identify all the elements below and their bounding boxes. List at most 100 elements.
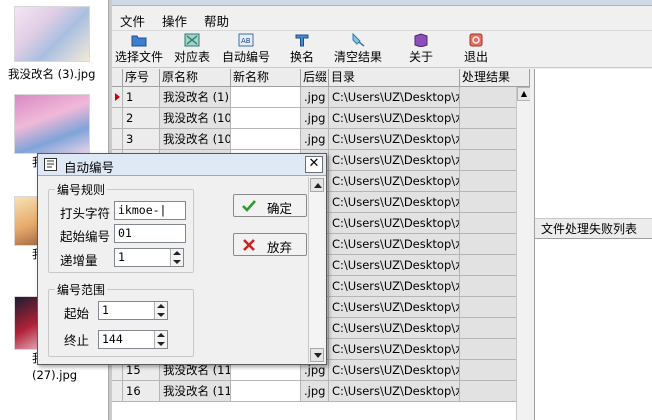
- scroll-up-arrow-icon[interactable]: [310, 178, 324, 192]
- column-header-original-name[interactable]: 原名称: [160, 69, 231, 87]
- step-spinner[interactable]: 1: [114, 248, 184, 267]
- ok-button[interactable]: 确定: [233, 194, 307, 217]
- failure-panel: 文件处理失败列表: [534, 69, 652, 420]
- cell-directory: C:\Users\UZ\Desktop\水F: [329, 339, 460, 360]
- spin-down-icon[interactable]: [157, 313, 165, 317]
- cell-result: [460, 129, 519, 150]
- cell-directory: C:\Users\UZ\Desktop\水F: [329, 360, 460, 381]
- spin-up-icon[interactable]: [157, 304, 165, 308]
- spinner-buttons[interactable]: [154, 302, 167, 319]
- spinner-buttons[interactable]: [170, 249, 183, 266]
- cell-new-name[interactable]: [231, 87, 301, 108]
- dialog-close-button[interactable]: ✕: [305, 156, 323, 173]
- auto-number-button[interactable]: AB 自动编号: [220, 33, 272, 67]
- cell-result: [460, 255, 519, 276]
- menu-action[interactable]: 操作: [162, 11, 187, 30]
- exit-icon: [469, 33, 483, 47]
- cell-directory: C:\Users\UZ\Desktop\水F: [329, 297, 460, 318]
- cell-directory: C:\Users\UZ\Desktop\水F: [329, 171, 460, 192]
- scroll-up-arrow-icon[interactable]: ▲: [517, 87, 530, 101]
- cell-result: [460, 276, 519, 297]
- table-row[interactable]: 16 我没改名 (11 .jpg C:\Users\UZ\Desktop\水F: [112, 381, 530, 402]
- cell-number: 1: [123, 87, 160, 108]
- dialog-titlebar[interactable]: 自动编号 ✕: [38, 154, 326, 176]
- cell-result: [460, 108, 519, 129]
- cell-extension: .jpg: [301, 87, 329, 108]
- cell-original-name: 我没改名 (10: [160, 129, 231, 150]
- scroll-down-arrow-icon[interactable]: [310, 348, 324, 362]
- table-row[interactable]: 1 我没改名 (1) .jpg C:\Users\UZ\Desktop\水F: [112, 87, 530, 108]
- cell-new-name[interactable]: [231, 381, 301, 402]
- grid-corner: [112, 69, 123, 87]
- cell-new-name[interactable]: [231, 129, 301, 150]
- cancel-button[interactable]: 放弃: [233, 233, 307, 256]
- table-icon: [184, 33, 200, 47]
- column-header-number[interactable]: 序号: [123, 69, 160, 87]
- clear-results-button[interactable]: 清空结果: [332, 33, 384, 67]
- spinner-buttons[interactable]: [154, 331, 167, 348]
- spin-down-icon[interactable]: [157, 342, 165, 346]
- spin-down-icon[interactable]: [173, 260, 181, 264]
- toolbar: 选择文件 对应表 AB 自动编号 换名 清空结果 关于 退出: [112, 30, 652, 68]
- cell-result: [460, 171, 519, 192]
- column-header-directory[interactable]: 目录: [329, 69, 460, 87]
- window-app-icon: [44, 158, 57, 171]
- svg-text:AB: AB: [241, 37, 251, 45]
- menu-help[interactable]: 帮助: [204, 11, 229, 30]
- row-indicator: [112, 129, 123, 150]
- table-row[interactable]: 2 我没改名 (10 .jpg C:\Users\UZ\Desktop\水F: [112, 108, 530, 129]
- column-header-new-name[interactable]: 新名称: [231, 69, 301, 87]
- cell-number: 2: [123, 108, 160, 129]
- exit-button[interactable]: 退出: [462, 33, 490, 67]
- row-indicator: [112, 381, 123, 402]
- spin-up-icon[interactable]: [173, 251, 181, 255]
- folder-icon: [131, 35, 147, 47]
- column-header-extension[interactable]: 后缀: [301, 69, 329, 87]
- cell-new-name[interactable]: [231, 108, 301, 129]
- failure-list-header: 文件处理失败列表: [535, 219, 652, 239]
- cell-directory: C:\Users\UZ\Desktop\水F: [329, 108, 460, 129]
- range-end-spinner[interactable]: 144: [98, 330, 168, 349]
- auto-number-dialog: 自动编号 ✕ 编号规则 打头字符 ikmoe-| 起始编号 01 递增量 1 编…: [37, 153, 327, 365]
- about-button[interactable]: 关于: [407, 33, 435, 67]
- current-row-arrow-icon: [115, 93, 120, 101]
- prefix-label: 打头字符: [60, 206, 111, 221]
- cell-directory: C:\Users\UZ\Desktop\水F: [329, 87, 460, 108]
- cell-directory: C:\Users\UZ\Desktop\水F: [329, 234, 460, 255]
- cell-number: 3: [123, 129, 160, 150]
- thumbnail-label: 我没改名 (3).jpg: [8, 67, 96, 81]
- dialog-vertical-scrollbar[interactable]: [308, 177, 324, 363]
- mapping-table-button[interactable]: 对应表: [172, 33, 212, 67]
- column-header-result[interactable]: 处理结果: [460, 69, 530, 87]
- thumbnail-image: [14, 6, 90, 62]
- right-panel-top: [535, 69, 652, 219]
- dialog-title: 自动编号: [64, 160, 115, 175]
- table-row[interactable]: 3 我没改名 (10 .jpg C:\Users\UZ\Desktop\水F: [112, 129, 530, 150]
- cell-result: [460, 192, 519, 213]
- thumbnail-item[interactable]: 我没改名 (3).jpg: [8, 6, 100, 82]
- start-number-input[interactable]: 01: [114, 224, 186, 243]
- grid-vertical-scrollbar[interactable]: ▲: [516, 87, 530, 420]
- menu-file[interactable]: 文件: [120, 11, 145, 30]
- cell-directory: C:\Users\UZ\Desktop\水F: [329, 213, 460, 234]
- cell-directory: C:\Users\UZ\Desktop\水F: [329, 255, 460, 276]
- range-start-label: 起始: [64, 306, 90, 321]
- cell-number: 16: [123, 381, 160, 402]
- rename-icon: [295, 34, 309, 47]
- spin-up-icon[interactable]: [157, 333, 165, 337]
- cell-directory: C:\Users\UZ\Desktop\水F: [329, 150, 460, 171]
- numbering-range-title: 编号范围: [55, 281, 108, 298]
- rename-button[interactable]: 换名: [287, 33, 317, 67]
- select-files-button[interactable]: 选择文件: [114, 33, 164, 67]
- cell-result: [460, 381, 519, 402]
- checkmark-icon: [242, 200, 256, 212]
- cell-result: [460, 339, 519, 360]
- prefix-input[interactable]: ikmoe-|: [114, 201, 186, 220]
- book-icon: [414, 33, 428, 47]
- cell-extension: .jpg: [301, 381, 329, 402]
- auto-number-icon: AB: [238, 33, 254, 47]
- range-start-spinner[interactable]: 1: [98, 301, 168, 320]
- cell-directory: C:\Users\UZ\Desktop\水F: [329, 318, 460, 339]
- cell-extension: .jpg: [301, 129, 329, 150]
- cell-result: [460, 234, 519, 255]
